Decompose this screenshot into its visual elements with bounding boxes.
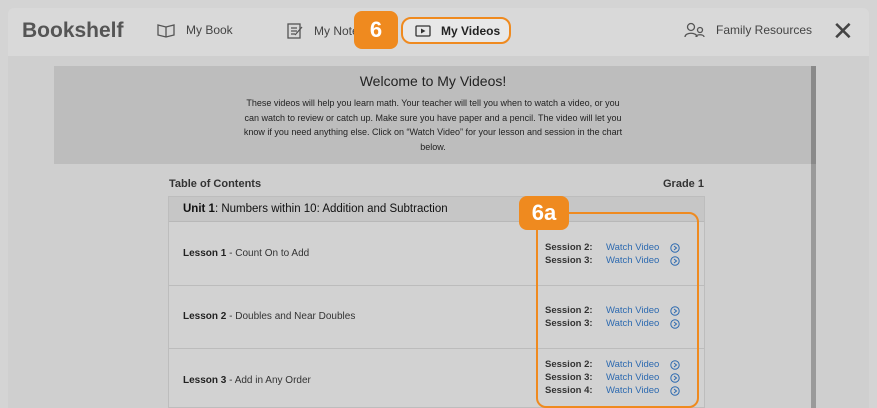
callout-badge-sessions: 6a [519, 196, 569, 230]
welcome-banner: Welcome to My Videos! These videos will … [54, 66, 812, 164]
nav-my-notes[interactable]: My Notes [286, 22, 365, 40]
welcome-description: These videos will help you learn math. Y… [243, 98, 623, 152]
notes-icon [287, 23, 303, 39]
nav-my-book[interactable]: My Book [156, 22, 233, 38]
nav-family-resources[interactable]: Family Resources [684, 22, 812, 38]
videos-panel: Welcome to My Videos! These videos will … [8, 56, 869, 408]
lesson-label: Lesson 3 - Add in Any Order [183, 375, 311, 386]
unit-title: : Numbers within 10: Addition and Subtra… [214, 203, 448, 215]
callout-badge-tab: 6 [354, 11, 398, 49]
lesson-title: - Count On to Add [226, 248, 310, 259]
table-of-contents-label: Table of Contents [169, 178, 262, 190]
lesson-title: - Doubles and Near Doubles [226, 311, 356, 322]
app-title: Bookshelf [22, 19, 124, 42]
nav-my-videos-label: My Videos [441, 23, 501, 38]
unit-number: Unit 1 [183, 203, 215, 215]
lesson-number: Lesson 2 [183, 311, 227, 322]
lesson-label: Lesson 2 - Doubles and Near Doubles [183, 311, 355, 322]
lesson-label: Lesson 1 - Count On to Add [183, 248, 309, 259]
top-navigation-bar: Bookshelf My Book My Notes My Videos Fam… [8, 8, 869, 56]
lesson-number: Lesson 1 [183, 248, 227, 259]
scrollbar-thumb[interactable] [811, 66, 816, 164]
app-window: Bookshelf My Book My Notes My Videos Fam… [0, 0, 877, 408]
video-play-icon [415, 24, 431, 37]
family-icon [684, 22, 705, 38]
lesson-number: Lesson 3 [183, 375, 227, 386]
nav-my-book-label: My Book [186, 23, 233, 37]
sessions-highlight-box [536, 212, 699, 408]
book-icon [157, 24, 175, 38]
close-icon[interactable]: ✕ [832, 18, 854, 44]
lesson-title: - Add in Any Order [226, 375, 311, 386]
welcome-title: Welcome to My Videos! [359, 73, 507, 89]
grade-label: Grade 1 [663, 178, 704, 190]
nav-family-resources-label: Family Resources [716, 23, 813, 37]
nav-my-videos[interactable]: My Videos [401, 17, 511, 44]
